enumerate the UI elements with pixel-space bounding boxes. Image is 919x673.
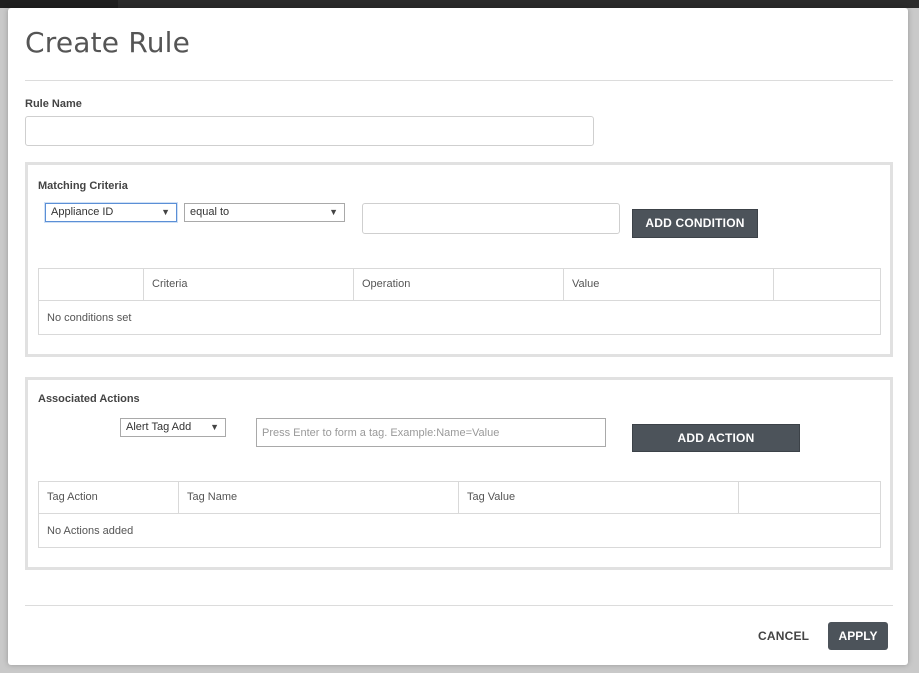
conditions-table: Criteria Operation Value No conditions s… bbox=[38, 268, 881, 335]
title-divider bbox=[25, 80, 893, 81]
add-action-button[interactable]: ADD ACTION bbox=[632, 424, 800, 452]
chevron-down-icon: ▼ bbox=[210, 422, 219, 432]
apply-button[interactable]: APPLY bbox=[828, 622, 888, 650]
criteria-select-value: Appliance ID bbox=[51, 206, 114, 218]
create-rule-modal: Create Rule Rule Name Matching Criteria … bbox=[8, 8, 908, 665]
associated-actions-panel: Associated Actions Alert Tag Add ▼ ADD A… bbox=[25, 377, 893, 570]
actions-table-header: Tag Action Tag Name Tag Value bbox=[39, 482, 880, 514]
actions-col-tag-name: Tag Name bbox=[179, 482, 459, 513]
condition-value-input[interactable] bbox=[362, 203, 620, 234]
criteria-select[interactable]: Appliance ID ▼ bbox=[45, 203, 177, 222]
chevron-down-icon: ▼ bbox=[161, 207, 170, 217]
rule-name-input[interactable] bbox=[25, 116, 594, 146]
conditions-table-header: Criteria Operation Value bbox=[39, 269, 880, 301]
matching-criteria-title: Matching Criteria bbox=[38, 180, 128, 192]
conditions-col-value: Value bbox=[564, 269, 774, 300]
actions-table: Tag Action Tag Name Tag Value No Actions… bbox=[38, 481, 881, 548]
tag-input[interactable] bbox=[256, 418, 606, 447]
backdrop-segment bbox=[0, 0, 118, 8]
matching-criteria-panel: Matching Criteria Appliance ID ▼ equal t… bbox=[25, 162, 893, 357]
footer-divider bbox=[25, 605, 893, 606]
conditions-col-actions bbox=[774, 269, 880, 300]
actions-col-tag-action: Tag Action bbox=[39, 482, 179, 513]
conditions-col-criteria: Criteria bbox=[144, 269, 354, 300]
modal-title: Create Rule bbox=[25, 26, 191, 59]
actions-empty-message: No Actions added bbox=[47, 525, 134, 537]
tag-action-select[interactable]: Alert Tag Add ▼ bbox=[120, 418, 226, 437]
cancel-button[interactable]: CANCEL bbox=[758, 629, 809, 643]
associated-actions-title: Associated Actions bbox=[38, 393, 140, 405]
rule-name-label: Rule Name bbox=[25, 98, 82, 110]
actions-col-extra bbox=[739, 482, 880, 513]
operation-select[interactable]: equal to ▼ bbox=[184, 203, 345, 222]
conditions-col-select bbox=[39, 269, 144, 300]
backdrop-header bbox=[0, 0, 919, 8]
actions-col-tag-value: Tag Value bbox=[459, 482, 739, 513]
chevron-down-icon: ▼ bbox=[329, 207, 338, 217]
operation-select-value: equal to bbox=[190, 206, 230, 218]
conditions-col-operation: Operation bbox=[354, 269, 564, 300]
tag-action-select-value: Alert Tag Add bbox=[126, 421, 192, 433]
conditions-empty-message: No conditions set bbox=[47, 312, 132, 324]
add-condition-button[interactable]: ADD CONDITION bbox=[632, 209, 758, 238]
